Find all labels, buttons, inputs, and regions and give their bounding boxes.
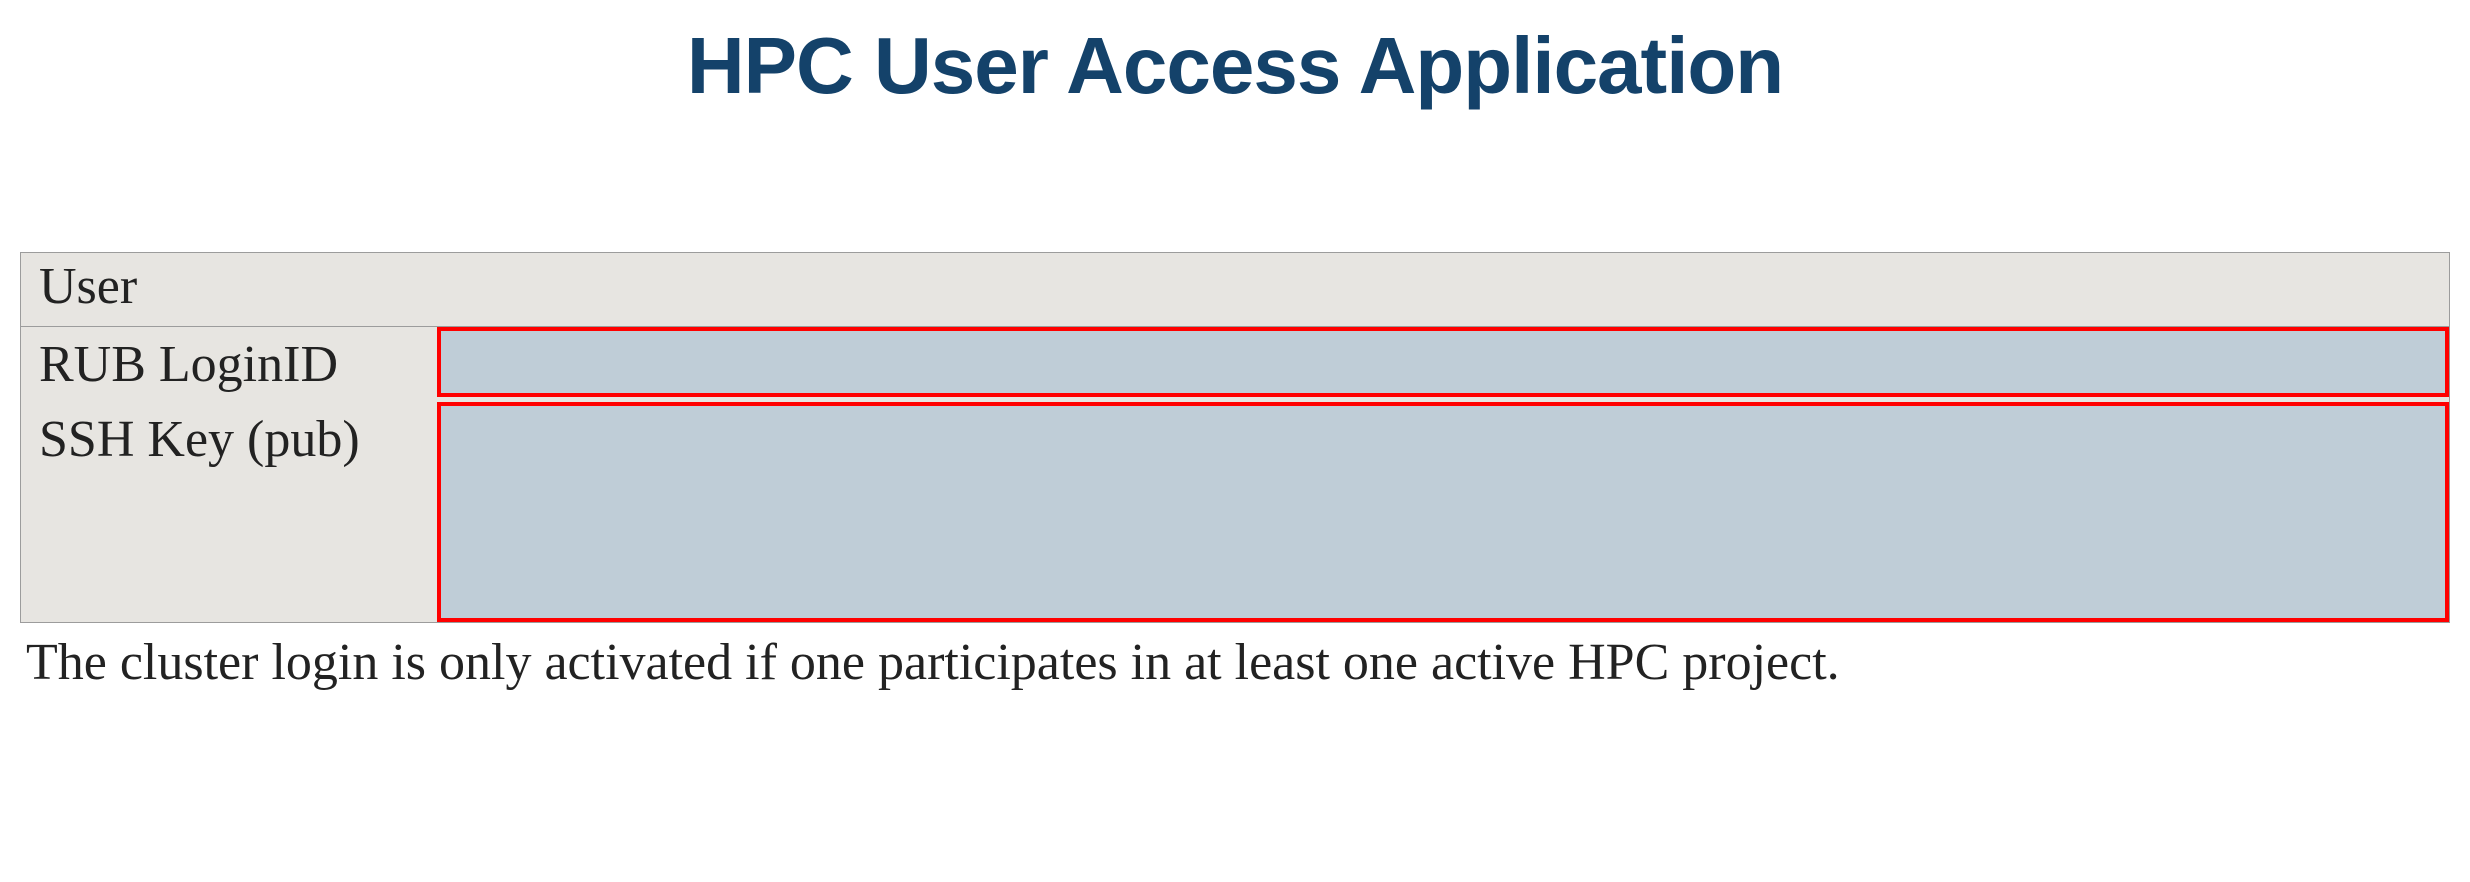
row-login-id: RUB LoginID: [21, 327, 2450, 403]
label-login-id: RUB LoginID: [21, 327, 438, 403]
section-header-row: User: [21, 253, 2450, 327]
page-title: HPC User Access Application: [20, 20, 2450, 112]
footnote: The cluster login is only activated if o…: [20, 623, 2450, 692]
login-id-field[interactable]: [437, 327, 2449, 397]
input-cell-login-id: [437, 327, 2450, 403]
section-header: User: [21, 253, 2450, 327]
row-ssh-key: SSH Key (pub): [21, 402, 2450, 623]
label-ssh-key: SSH Key (pub): [21, 402, 438, 623]
input-cell-ssh-key: [437, 402, 2450, 623]
ssh-key-field[interactable]: [437, 402, 2449, 622]
user-form-table: User RUB LoginID SSH Key (pub): [20, 252, 2450, 623]
